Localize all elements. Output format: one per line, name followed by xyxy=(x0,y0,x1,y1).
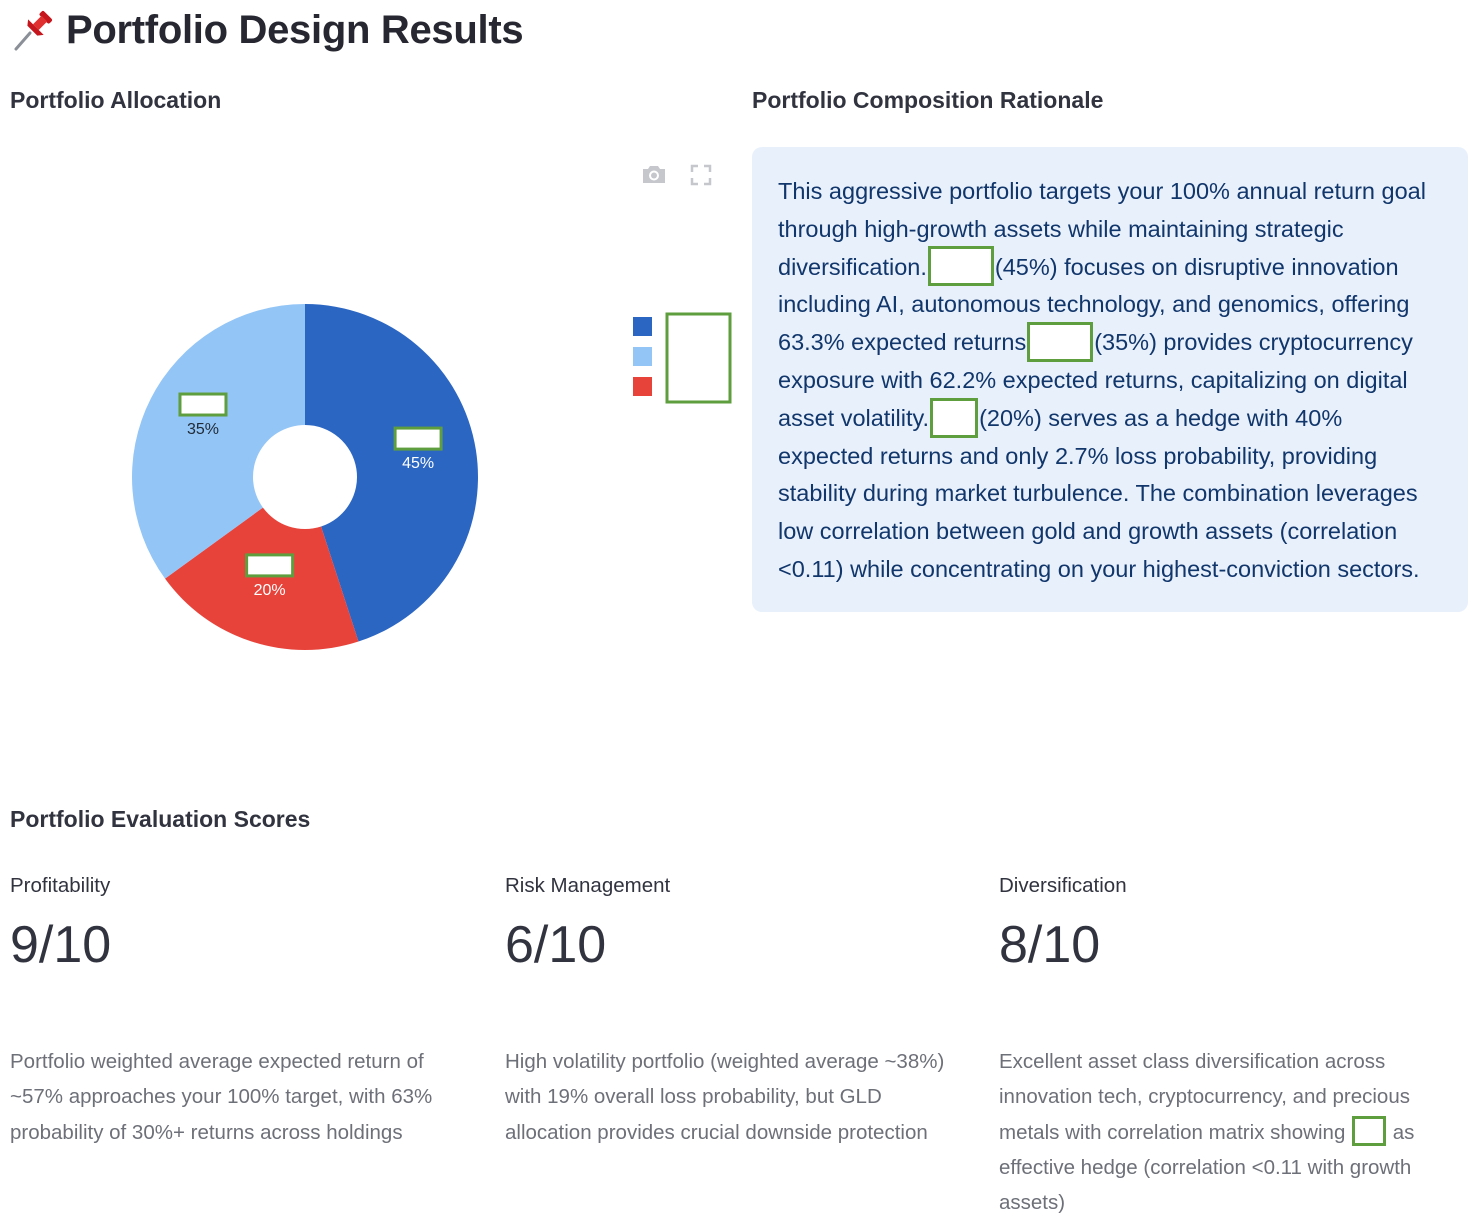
metric-description: Excellent asset class diversification ac… xyxy=(999,1044,1444,1220)
redacted-slice-name-2 xyxy=(178,392,228,417)
evaluation-heading: Portfolio Evaluation Scores xyxy=(10,806,311,832)
redacted-asset-name xyxy=(1027,321,1094,362)
fullscreen-icon[interactable] xyxy=(690,164,712,186)
metric-value: 9/10 xyxy=(10,916,112,974)
slice-percent-label-1: 20% xyxy=(254,582,286,599)
allocation-chart: 45% 20% 35% xyxy=(0,140,740,780)
redacted-slice-name-0 xyxy=(393,426,443,451)
rationale-text: This aggressive portfolio targets your 1… xyxy=(778,173,1442,589)
page-title: Portfolio Design Results xyxy=(10,4,524,56)
redacted-asset-name xyxy=(930,397,979,438)
metric-label: Profitability xyxy=(10,874,111,897)
rationale-box: This aggressive portfolio targets your 1… xyxy=(752,147,1468,612)
allocation-donut-svg: 45% 20% 35% xyxy=(131,304,732,650)
rationale-part-4: (20%) serves as a hedge with 40% expecte… xyxy=(778,404,1420,582)
metric-profitability: Profitability 9/10 Portfolio weighted av… xyxy=(10,870,470,1150)
metric-value: 8/10 xyxy=(999,916,1101,974)
redacted-asset-name xyxy=(1352,1116,1387,1147)
metric-value: 6/10 xyxy=(505,916,607,974)
legend-swatch-2[interactable] xyxy=(633,377,652,396)
redacted-asset-name xyxy=(927,246,994,287)
rationale-heading: Portfolio Composition Rationale xyxy=(752,87,1104,113)
slice-percent-label-2: 35% xyxy=(187,421,219,438)
metric-diversification: Diversification 8/10 Excellent asset cla… xyxy=(999,870,1459,1220)
redacted-slice-name-1 xyxy=(245,553,295,578)
camera-icon[interactable] xyxy=(640,163,668,185)
metric-description-part-1: Excellent asset class diversification ac… xyxy=(999,1050,1410,1144)
metric-risk-management: Risk Management 6/10 High volatility por… xyxy=(505,870,965,1150)
legend-swatch-0[interactable] xyxy=(633,317,652,336)
slice-percent-label-0: 45% xyxy=(402,455,434,472)
page-title-text: Portfolio Design Results xyxy=(66,7,524,52)
allocation-heading: Portfolio Allocation xyxy=(10,87,222,113)
metric-label: Diversification xyxy=(999,874,1127,897)
pushpin-icon xyxy=(14,10,53,51)
metric-label: Risk Management xyxy=(505,874,671,897)
metric-description: Portfolio weighted average expected retu… xyxy=(10,1050,433,1144)
metric-description: High volatility portfolio (weighted aver… xyxy=(505,1050,945,1144)
legend-swatch-1[interactable] xyxy=(633,347,652,366)
redacted-legend-labels xyxy=(665,312,732,404)
